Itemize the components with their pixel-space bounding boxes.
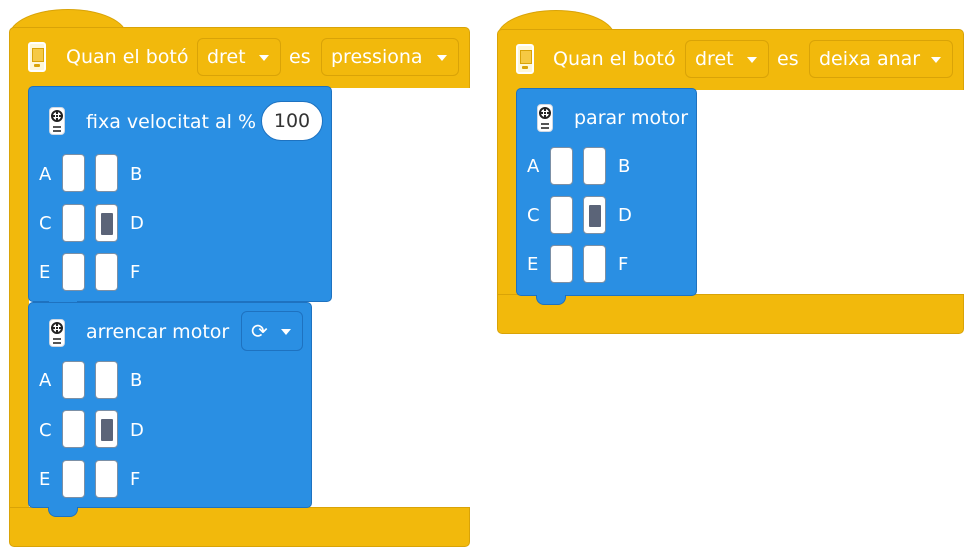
port-label-c: C xyxy=(39,420,52,441)
port-label-f: F xyxy=(618,254,629,275)
block-connector-notch xyxy=(536,295,566,305)
port-b-toggle[interactable] xyxy=(95,361,118,399)
port-label-b: B xyxy=(130,370,143,391)
port-d-toggle[interactable] xyxy=(95,204,118,242)
button-select-dropdown[interactable]: dret xyxy=(685,40,769,78)
hat-mid-label: es xyxy=(777,48,799,70)
port-label-e: E xyxy=(39,469,51,490)
stop-motor-block[interactable]: parar motor A B C D E F xyxy=(516,88,697,296)
port-label-a: A xyxy=(39,164,52,185)
hat-block-foot[interactable] xyxy=(497,294,964,334)
port-b-toggle[interactable] xyxy=(95,154,118,192)
chevron-down-icon xyxy=(931,57,941,63)
hat-block-side xyxy=(497,88,517,296)
port-label-d: D xyxy=(130,213,144,234)
port-e-toggle[interactable] xyxy=(62,460,85,498)
button-select-dropdown[interactable]: dret xyxy=(197,38,281,76)
hat-block-foot[interactable] xyxy=(9,507,470,547)
port-d-toggle[interactable] xyxy=(583,196,606,234)
hub-icon xyxy=(28,42,46,72)
hat-mid-label: es xyxy=(289,46,311,68)
port-label-a: A xyxy=(39,370,52,391)
port-label-e: E xyxy=(39,262,51,283)
port-c-toggle[interactable] xyxy=(62,410,85,448)
port-e-toggle[interactable] xyxy=(550,245,573,283)
hub-icon xyxy=(516,44,534,74)
button-action-dropdown[interactable]: pressiona xyxy=(321,38,459,76)
port-a-toggle[interactable] xyxy=(62,361,85,399)
set-speed-block[interactable]: fixa velocitat al % 100 A B C D E F xyxy=(28,86,332,302)
button-action-value: deixa anar xyxy=(819,48,921,70)
chevron-down-icon xyxy=(281,329,291,335)
button-action-value: pressiona xyxy=(331,46,423,68)
start-motor-label: arrencar motor xyxy=(86,321,230,343)
port-label-a: A xyxy=(527,156,540,177)
port-label-c: C xyxy=(39,213,52,234)
hat-prefix-label: Quan el botó xyxy=(66,46,189,68)
port-a-toggle[interactable] xyxy=(62,154,85,192)
button-action-dropdown[interactable]: deixa anar xyxy=(809,40,953,78)
direction-dropdown[interactable]: ⟳ xyxy=(241,311,303,351)
chevron-down-icon xyxy=(437,55,447,61)
block-connector-notch xyxy=(48,507,78,517)
start-motor-block[interactable]: arrencar motor ⟳ A B C D E F xyxy=(28,302,312,508)
rotate-clockwise-icon: ⟳ xyxy=(251,319,268,343)
port-d-toggle[interactable] xyxy=(95,410,118,448)
port-c-toggle[interactable] xyxy=(550,196,573,234)
stop-motor-label: parar motor xyxy=(574,107,689,129)
set-speed-label: fixa velocitat al % xyxy=(86,111,257,133)
port-b-toggle[interactable] xyxy=(583,147,606,185)
port-label-d: D xyxy=(130,420,144,441)
port-label-b: B xyxy=(618,156,631,177)
chevron-down-icon xyxy=(747,57,757,63)
port-label-c: C xyxy=(527,205,540,226)
motor-icon xyxy=(49,319,65,347)
port-e-toggle[interactable] xyxy=(62,253,85,291)
button-select-value: dret xyxy=(207,46,246,68)
port-label-f: F xyxy=(130,262,141,283)
port-label-d: D xyxy=(618,205,632,226)
port-f-toggle[interactable] xyxy=(95,253,118,291)
port-label-f: F xyxy=(130,469,141,490)
chevron-down-icon xyxy=(259,55,269,61)
port-c-toggle[interactable] xyxy=(62,204,85,242)
port-a-toggle[interactable] xyxy=(550,147,573,185)
port-f-toggle[interactable] xyxy=(95,460,118,498)
motor-icon xyxy=(537,104,553,132)
motor-icon xyxy=(49,107,65,135)
speed-input[interactable]: 100 xyxy=(261,101,323,141)
port-label-b: B xyxy=(130,164,143,185)
port-f-toggle[interactable] xyxy=(583,245,606,283)
hat-prefix-label: Quan el botó xyxy=(553,48,676,70)
hat-block-side xyxy=(9,86,29,510)
button-select-value: dret xyxy=(695,48,734,70)
port-label-e: E xyxy=(527,254,539,275)
